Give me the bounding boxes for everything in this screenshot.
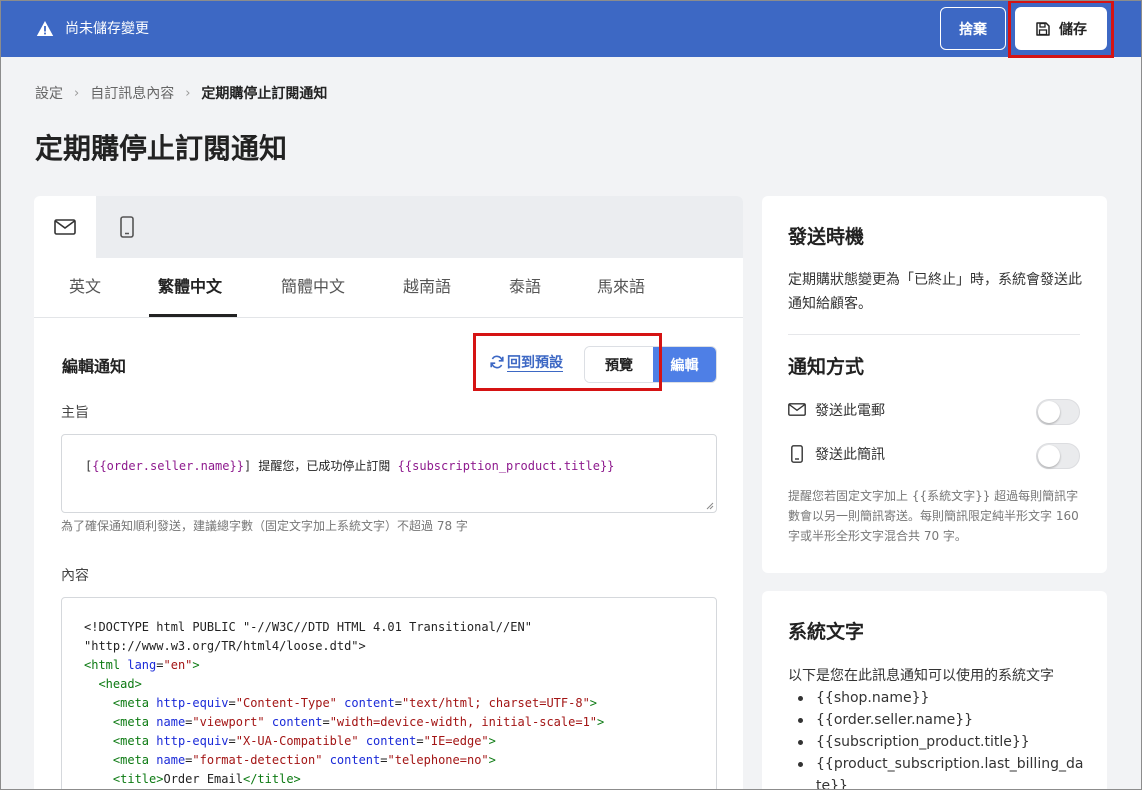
list-item: {{subscription_product.title}}: [788, 731, 1088, 753]
code-tag: <head>: [98, 677, 142, 691]
code-tag: <html: [84, 658, 128, 672]
sms-toggle[interactable]: [1036, 443, 1080, 469]
page-title: 定期購停止訂閱通知: [35, 132, 288, 165]
breadcrumb-current: 定期購停止訂閱通知: [201, 86, 328, 102]
code-string: "format-detection": [192, 753, 323, 767]
code-attr: content: [329, 753, 381, 767]
tab-english[interactable]: 英文: [69, 276, 101, 298]
list-item: {{product_subscription.last_billing_date…: [788, 753, 1088, 790]
code-string: "en": [163, 658, 193, 672]
mobile-icon: [120, 216, 134, 238]
code-string: "viewport": [192, 715, 265, 729]
system-text-heading: 系統文字: [788, 621, 865, 643]
unsaved-changes-bar: 尚未儲存變更 捨棄 儲存: [0, 0, 1142, 57]
code-attr: content: [365, 734, 417, 748]
channel-tabs: [34, 196, 743, 258]
code-text: =: [156, 658, 164, 672]
code-tag: <meta: [112, 753, 157, 767]
code-string: "IE=edge": [423, 734, 489, 748]
editor-card: 英文 繁體中文 簡體中文 越南語 泰語 馬來語 編輯通知 回到預設 預覽 編輯 …: [34, 196, 743, 790]
code-attr: name: [156, 753, 186, 767]
system-text-intro: 以下是您在此訊息通知可以使用的系統文字: [788, 668, 1054, 684]
notify-heading: 通知方式: [788, 356, 865, 378]
tab-sms[interactable]: [96, 196, 158, 258]
subject-hint: 為了確保通知順利發送，建議總字數（固定文字加上系統文字）不超過 78 字: [61, 519, 468, 533]
highlight-box: [473, 333, 662, 391]
subject-label: 主旨: [61, 405, 89, 421]
unsaved-changes-text: 尚未儲存變更: [65, 21, 149, 37]
code-tag: <title>: [112, 772, 164, 786]
notify-sms-row: 發送此簡訊: [788, 442, 1080, 470]
resize-handle-icon[interactable]: [706, 502, 714, 510]
subject-text: 提醒您，已成功停止訂閱: [258, 459, 391, 473]
toggle-knob: [1038, 401, 1060, 423]
code-attr: content: [344, 696, 395, 710]
toggle-knob: [1038, 445, 1060, 467]
code-string: "width=device-width, initial-scale=1": [329, 715, 598, 729]
code-string: "X-UA-Compatible": [235, 734, 359, 748]
code-attr: http-equiv: [156, 734, 229, 748]
tab-traditional-chinese[interactable]: 繁體中文: [158, 276, 222, 298]
code-attr: lang: [127, 658, 157, 672]
code-text: Order Email: [163, 772, 243, 786]
chevron-right-icon: ›: [185, 86, 191, 101]
code-line: "http://www.w3.org/TR/html4/loose.dtd">: [84, 639, 366, 653]
edit-button[interactable]: 編輯: [653, 347, 716, 382]
sms-length-note: 提醒您若固定文字加上 {{系統文字}} 超過每則簡訊字數會以另一則簡訊寄送。每則…: [788, 489, 1079, 543]
code-tag: <meta: [112, 734, 157, 748]
subject-field[interactable]: [{{order.seller.name}}] 提醒您，已成功停止訂閱 {{su…: [61, 434, 717, 513]
email-toggle[interactable]: [1036, 399, 1080, 425]
code-string: "text/html; charset=UTF-8": [401, 696, 590, 710]
notify-email-label: 發送此電郵: [815, 403, 885, 419]
tab-vietnamese[interactable]: 越南語: [403, 276, 451, 298]
code-tag: <meta: [112, 696, 157, 710]
system-text-list: {{shop.name}} {{order.seller.name}} {{su…: [788, 687, 1088, 790]
highlight-box: [1008, 0, 1114, 58]
chevron-right-icon: ›: [74, 86, 80, 101]
list-item: {{order.seller.name}}: [788, 709, 1088, 731]
notify-email-row: 發送此電郵: [788, 398, 1080, 426]
code-tag: </title>: [242, 772, 301, 786]
code-tag: <meta: [112, 715, 157, 729]
subject-variable-product: {{subscription_product.title}}: [397, 459, 615, 473]
discard-button[interactable]: 捨棄: [940, 7, 1006, 50]
code-string: "telephone=no": [387, 753, 489, 767]
code-attr: name: [156, 715, 186, 729]
content-label: 內容: [61, 568, 89, 584]
tab-thai[interactable]: 泰語: [509, 276, 541, 298]
timing-heading: 發送時機: [788, 226, 865, 248]
mobile-icon: [791, 445, 803, 463]
timing-card: 發送時機 定期購狀態變更為「已終止」時，系統會發送此通知給顧客。 通知方式 發送…: [762, 196, 1107, 573]
subject-bracket-close: ]: [243, 459, 252, 473]
code-tag: >: [192, 658, 200, 672]
breadcrumb: 設定 › 自訂訊息內容 › 定期購停止訂閱通知: [35, 84, 327, 104]
editor-heading: 編輯通知: [62, 357, 127, 376]
mail-icon: [54, 219, 76, 235]
tab-email[interactable]: [34, 196, 96, 258]
system-text-card: 系統文字 以下是您在此訊息通知可以使用的系統文字 {{shop.name}} {…: [762, 591, 1107, 790]
code-attr: content: [271, 715, 323, 729]
timing-description: 定期購狀態變更為「已終止」時，系統會發送此通知給顧客。: [788, 272, 1082, 312]
subject-variable-seller: {{order.seller.name}}: [92, 459, 244, 473]
breadcrumb-settings[interactable]: 設定: [35, 84, 63, 104]
list-item: {{shop.name}}: [788, 687, 1088, 709]
tab-simplified-chinese[interactable]: 簡體中文: [281, 276, 345, 298]
code-attr: http-equiv: [156, 696, 229, 710]
language-tabs: 英文 繁體中文 簡體中文 越南語 泰語 馬來語: [34, 258, 743, 318]
breadcrumb-custom-messages[interactable]: 自訂訊息內容: [90, 84, 174, 104]
warning-icon: [36, 21, 54, 36]
code-string: "Content-Type": [235, 696, 337, 710]
content-code-editor[interactable]: <!DOCTYPE html PUBLIC "-//W3C//DTD HTML …: [61, 597, 717, 790]
mail-icon: [788, 403, 806, 416]
notify-sms-label: 發送此簡訊: [815, 447, 885, 463]
tab-malay[interactable]: 馬來語: [597, 276, 645, 298]
divider: [788, 334, 1080, 335]
code-line: <!DOCTYPE html PUBLIC "-//W3C//DTD HTML …: [84, 620, 532, 634]
active-tab-indicator: [149, 314, 237, 317]
